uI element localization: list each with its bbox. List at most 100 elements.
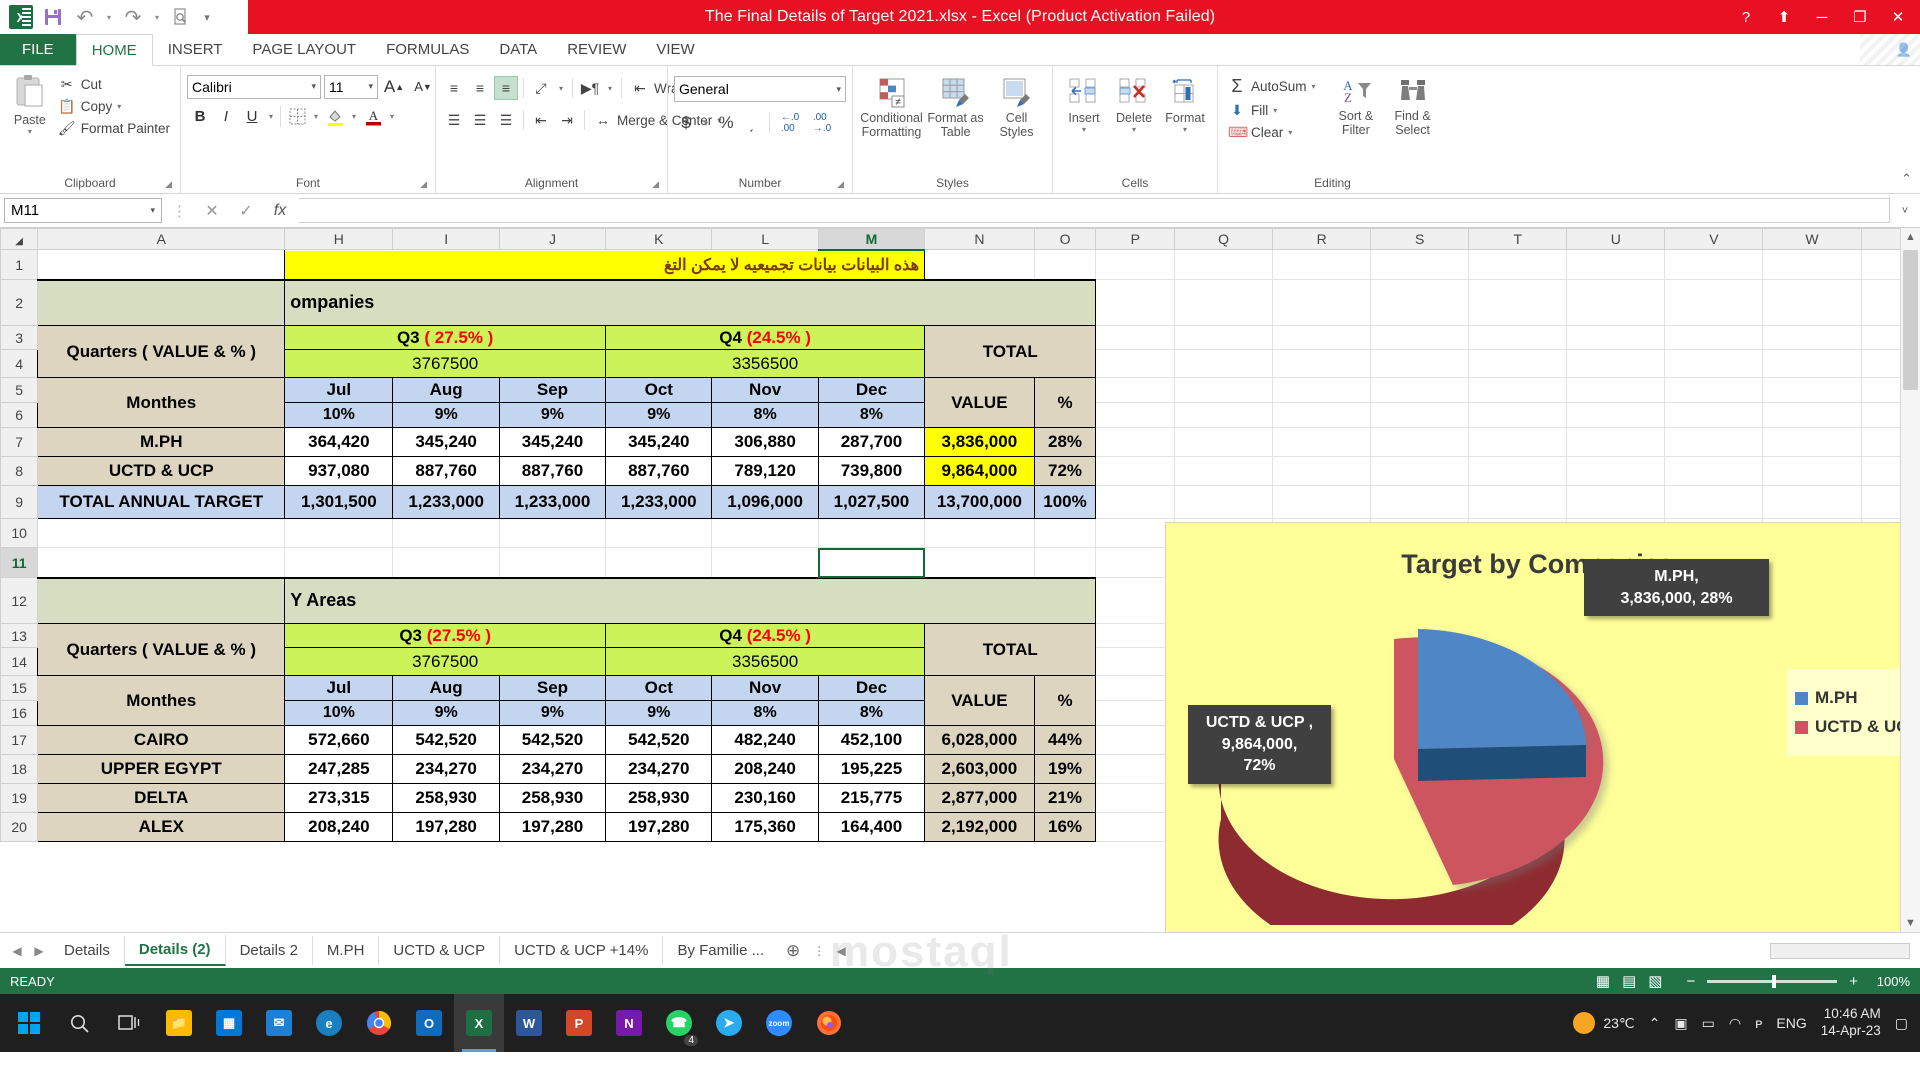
- confirm-entry-icon[interactable]: ✓: [231, 201, 261, 221]
- tab-home[interactable]: HOME: [75, 34, 153, 66]
- cell-M7[interactable]: 287,700: [817, 427, 926, 457]
- cell-W1[interactable]: [1762, 249, 1862, 280]
- cell-O19-pct[interactable]: 21%: [1033, 783, 1097, 813]
- tab-review[interactable]: REVIEW: [552, 34, 641, 65]
- cell-W2[interactable]: [1762, 279, 1862, 326]
- cell-P18[interactable]: [1095, 754, 1176, 784]
- cell-T1[interactable]: [1468, 249, 1568, 280]
- column-header-R[interactable]: R: [1272, 228, 1372, 250]
- cell-N19-total[interactable]: 2,877,000: [924, 783, 1035, 813]
- align-top-button[interactable]: ≡: [442, 76, 466, 100]
- row-header-7[interactable]: 7: [0, 427, 39, 457]
- tab-file[interactable]: FILE: [0, 34, 76, 65]
- align-center-button[interactable]: ☰: [468, 108, 492, 132]
- row-header-19[interactable]: 19: [0, 783, 39, 813]
- previous-sheet-button[interactable]: ◀: [6, 944, 28, 958]
- page-break-view-icon[interactable]: ▧: [1648, 972, 1662, 990]
- zoom-in-button[interactable]: +: [1849, 973, 1858, 990]
- cell-P4[interactable]: [1095, 349, 1176, 378]
- cell-A5-monthes[interactable]: Monthes: [37, 377, 286, 428]
- cell-L9[interactable]: 1,096,000: [711, 485, 819, 519]
- cell-N15-value[interactable]: VALUE: [924, 675, 1035, 726]
- taskbar-app-mail[interactable]: ✉: [254, 994, 304, 1052]
- cell-T4[interactable]: [1468, 349, 1568, 378]
- cell-L11[interactable]: [711, 547, 819, 578]
- cell-O17-pct[interactable]: 44%: [1033, 725, 1097, 755]
- taskbar-app-outlook[interactable]: O: [404, 994, 454, 1052]
- cell-L15-nov[interactable]: Nov: [711, 675, 819, 701]
- redo-icon[interactable]: ↷: [120, 4, 146, 30]
- column-header-T[interactable]: T: [1468, 228, 1568, 250]
- cell-K17[interactable]: 542,520: [605, 725, 713, 755]
- cell-A2[interactable]: [37, 278, 286, 326]
- cell-I16[interactable]: 9%: [392, 700, 500, 726]
- cell-P11[interactable]: [1095, 547, 1176, 578]
- collapse-ribbon-button[interactable]: ⌃: [1901, 171, 1912, 187]
- format-painter-button[interactable]: 🖌 Format Painter: [54, 118, 174, 139]
- tab-insert[interactable]: INSERT: [153, 34, 238, 65]
- cell-S3[interactable]: [1370, 325, 1470, 350]
- cell-P9[interactable]: [1095, 485, 1176, 519]
- clipboard-dialog-launcher-icon[interactable]: ◢: [165, 179, 172, 190]
- accounting-format-button[interactable]: $: [674, 111, 698, 135]
- cell-I6[interactable]: 9%: [392, 402, 500, 428]
- text-direction-button[interactable]: ▶¶: [578, 76, 602, 100]
- cell-L10[interactable]: [711, 518, 819, 548]
- cell-I17[interactable]: 542,520: [392, 725, 500, 755]
- cell-R6[interactable]: [1272, 402, 1372, 428]
- column-header-S[interactable]: S: [1370, 228, 1470, 250]
- sheet-tab-uctd-ucp-14[interactable]: UCTD & UCP +14%: [500, 936, 664, 965]
- cell-V5[interactable]: [1664, 377, 1764, 403]
- cell-P3[interactable]: [1095, 325, 1176, 350]
- decrease-indent-button[interactable]: ⇤: [529, 108, 553, 132]
- decrease-decimal-button[interactable]: .00 →.0: [807, 111, 837, 135]
- scroll-up-arrow-icon[interactable]: ▲: [1901, 228, 1920, 243]
- search-button[interactable]: [54, 994, 104, 1052]
- row-header-17[interactable]: 17: [0, 725, 39, 755]
- cell-K3-q4[interactable]: Q4 (24.5% ): [605, 325, 926, 350]
- taskbar-app-firefox[interactable]: [804, 994, 854, 1052]
- cell-H13-q3[interactable]: Q3 (27.5% ): [284, 623, 607, 648]
- cell-J9[interactable]: 1,233,000: [498, 485, 607, 519]
- select-all-corner[interactable]: ◢: [0, 228, 39, 250]
- cell-P15[interactable]: [1095, 675, 1176, 701]
- row-header-5[interactable]: 5: [0, 377, 39, 403]
- cell-P17[interactable]: [1095, 725, 1176, 755]
- cell-H1-note[interactable]: هذه البيانات بيانات تجميعيه لا يمكن التغ: [284, 249, 926, 280]
- cell-H7[interactable]: 364,420: [284, 427, 394, 457]
- cell-R1[interactable]: [1272, 249, 1372, 280]
- cell-T3[interactable]: [1468, 325, 1568, 350]
- task-view-button[interactable]: [104, 994, 154, 1052]
- row-header-1[interactable]: 1: [0, 249, 39, 280]
- row-header-11[interactable]: 11: [0, 547, 39, 578]
- fill-color-button[interactable]: [322, 104, 348, 129]
- cell-I20[interactable]: 197,280: [392, 812, 500, 842]
- name-box[interactable]: M11 ▾: [4, 198, 162, 223]
- cell-A9[interactable]: TOTAL ANNUAL TARGET: [37, 485, 286, 519]
- formula-input[interactable]: [299, 198, 1890, 223]
- accounting-dropdown-icon[interactable]: ▾: [700, 111, 712, 135]
- number-dialog-launcher-icon[interactable]: ◢: [837, 179, 844, 190]
- cell-M6[interactable]: 8%: [817, 402, 926, 428]
- cell-N13-total[interactable]: TOTAL: [924, 623, 1097, 676]
- cell-A10[interactable]: [37, 518, 286, 548]
- cell-J18[interactable]: 234,270: [498, 754, 607, 784]
- zoom-out-button[interactable]: −: [1674, 973, 1695, 990]
- cell-Q2[interactable]: [1174, 279, 1274, 326]
- horizontal-scrollbar[interactable]: [1770, 942, 1910, 959]
- bold-button[interactable]: B: [187, 104, 213, 129]
- cell-J15-sep[interactable]: Sep: [498, 675, 607, 701]
- cell-M9[interactable]: 1,027,500: [817, 485, 926, 519]
- cell-N5-value[interactable]: VALUE: [924, 377, 1035, 428]
- cell-A20[interactable]: ALEX: [37, 812, 286, 842]
- autosum-button[interactable]: Σ AutoSum ▾: [1224, 74, 1320, 99]
- cell-W3[interactable]: [1762, 325, 1862, 350]
- cell-A3-quarters[interactable]: Quarters ( VALUE & % ): [37, 325, 286, 378]
- cell-R9[interactable]: [1272, 485, 1372, 519]
- cut-button[interactable]: ✂ Cut: [54, 74, 174, 95]
- format-cells-button[interactable]: Format ▾: [1159, 74, 1211, 134]
- fill-button[interactable]: ⬇ Fill ▾: [1224, 100, 1320, 121]
- cell-I15-aug[interactable]: Aug: [392, 675, 500, 701]
- cell-O5-pct[interactable]: %: [1033, 377, 1097, 428]
- volume-icon[interactable]: ᴘ: [1755, 1015, 1762, 1031]
